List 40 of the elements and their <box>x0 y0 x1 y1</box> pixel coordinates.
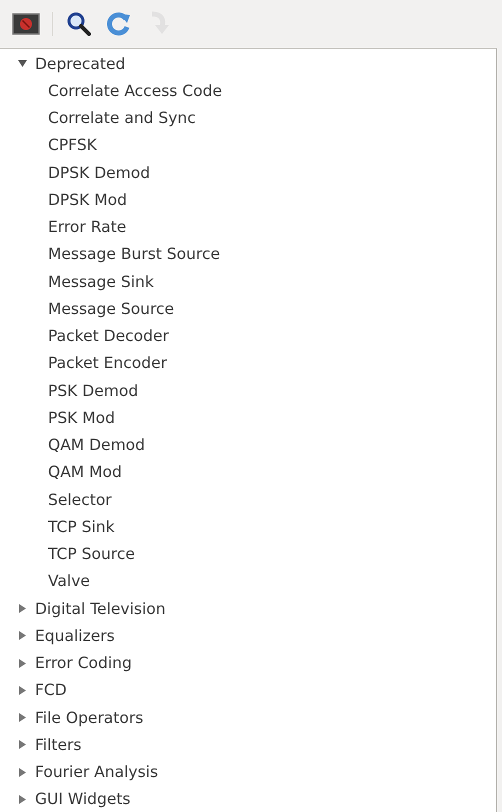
tree-item[interactable]: Selector <box>48 490 112 509</box>
expand-arrow-icon[interactable] <box>18 713 27 722</box>
tree-category[interactable]: FCD <box>35 681 67 700</box>
expand-arrow-icon[interactable] <box>18 740 27 750</box>
tree-item[interactable]: Correlate and Sync <box>48 109 196 128</box>
collapse-arrow-icon[interactable] <box>18 59 27 68</box>
tree-item[interactable]: QAM Demod <box>48 436 145 454</box>
expand-arrow-icon[interactable] <box>18 768 27 777</box>
tree-category[interactable]: GUI Widgets <box>35 790 131 808</box>
tree-item[interactable]: DPSK Mod <box>48 190 127 209</box>
expand-arrow-icon[interactable] <box>18 794 27 804</box>
expand-arrow-icon[interactable] <box>18 604 27 614</box>
tree-category[interactable]: Equalizers <box>35 626 115 645</box>
expand-arrow-icon[interactable] <box>18 686 27 695</box>
tree-category[interactable]: Fourier Analysis <box>35 763 158 782</box>
refresh-icon <box>106 11 132 37</box>
tree-item[interactable]: Packet Decoder <box>48 327 169 346</box>
tree-category[interactable]: Deprecated <box>35 54 126 73</box>
tree-item[interactable]: DPSK Demod <box>48 164 150 182</box>
tree-item[interactable]: CPFSK <box>48 136 97 154</box>
search-icon <box>66 11 92 37</box>
tree-item[interactable]: TCP Sink <box>48 518 115 536</box>
tree-category[interactable]: File Operators <box>35 708 144 727</box>
tree-item[interactable]: Error Rate <box>48 218 126 236</box>
tree-category[interactable]: Filters <box>35 736 82 754</box>
expand-arrow-icon[interactable] <box>18 658 27 668</box>
tree-item[interactable]: Valve <box>48 572 90 590</box>
tree-item[interactable]: Packet Encoder <box>48 354 168 372</box>
tree-item[interactable]: PSK Demod <box>48 382 138 400</box>
tree-item[interactable]: Message Sink <box>48 272 154 291</box>
tree-category[interactable]: Digital Television <box>35 600 166 618</box>
tree-item[interactable]: QAM Mod <box>48 463 122 482</box>
tree-item[interactable]: TCP Source <box>48 545 135 564</box>
expand-arrow-icon[interactable] <box>18 631 27 640</box>
tree-item[interactable]: Message Source <box>48 300 174 318</box>
tree-item[interactable]: Message Burst Source <box>48 245 220 264</box>
tree-category[interactable]: Error Coding <box>35 654 132 672</box>
tree-item[interactable]: PSK Mod <box>48 408 115 427</box>
stop-icon <box>12 12 40 36</box>
tree-item[interactable]: Correlate Access Code <box>48 82 222 100</box>
